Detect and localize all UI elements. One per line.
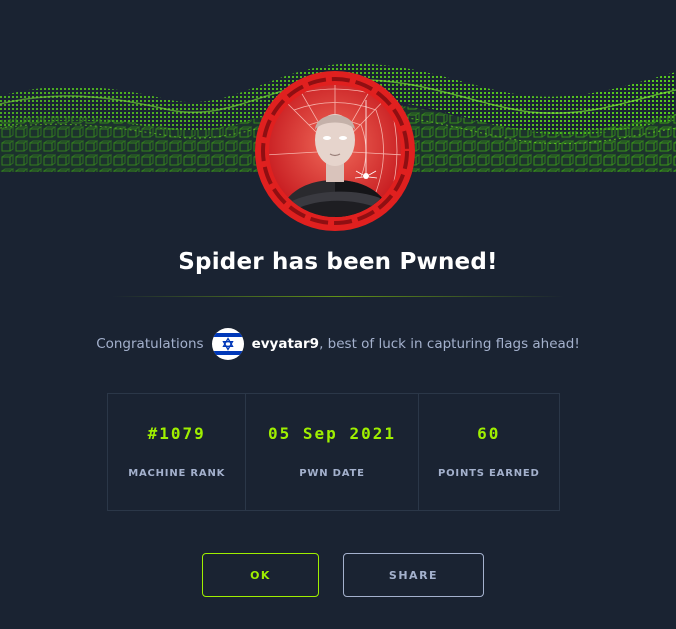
title-divider (112, 296, 564, 297)
stat-label: MACHINE RANK (128, 468, 226, 479)
username-link[interactable]: evyatar9 (252, 336, 319, 352)
stat-label: PWN DATE (299, 468, 365, 479)
ok-button[interactable]: OK (202, 553, 319, 597)
congrats-line: Congratulations evyatar9 , best of luck … (0, 328, 676, 360)
israel-flag-icon (211, 328, 244, 360)
share-button[interactable]: SHARE (343, 553, 484, 597)
congrats-suffix: , best of luck in capturing flags ahead! (319, 336, 580, 352)
stat-value: 60 (477, 424, 501, 443)
pwned-title: Spider has been Pwned! (178, 249, 498, 275)
stat-machine-rank: #1079 MACHINE RANK (108, 394, 247, 510)
machine-avatar (254, 70, 416, 232)
congrats-prefix: Congratulations (96, 336, 204, 352)
stat-value: 05 Sep 2021 (268, 424, 396, 443)
stat-pwn-date: 05 Sep 2021 PWN DATE (246, 394, 419, 510)
stat-label: POINTS EARNED (438, 468, 540, 479)
stat-value: #1079 (147, 424, 206, 443)
spider-machine-avatar-icon (255, 71, 415, 231)
stat-points-earned: 60 POINTS EARNED (419, 394, 559, 510)
stats-panel: #1079 MACHINE RANK 05 Sep 2021 PWN DATE … (107, 393, 560, 511)
